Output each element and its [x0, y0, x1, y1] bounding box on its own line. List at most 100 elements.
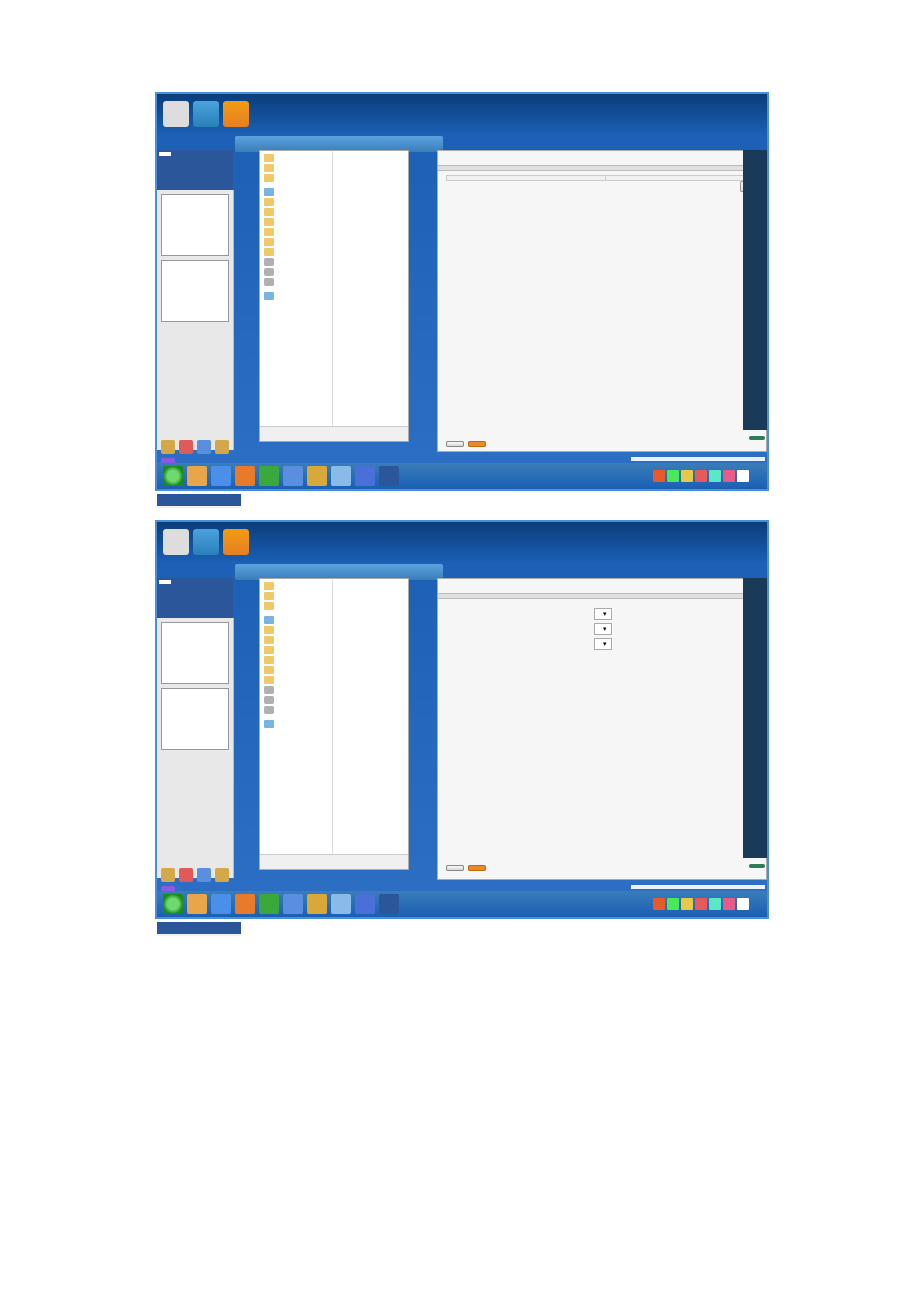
start-button[interactable] [163, 466, 183, 486]
tray-icon[interactable] [709, 898, 721, 910]
next-button[interactable] [468, 441, 486, 447]
tray-icon[interactable] [681, 898, 693, 910]
explorer-tree [260, 151, 333, 441]
word-tab-file[interactable] [159, 152, 171, 156]
tree-pc-item[interactable] [262, 655, 330, 665]
tree-pc-item[interactable] [262, 277, 330, 287]
tree-pc-item[interactable] [262, 645, 330, 655]
chevron-down-icon: ▾ [603, 640, 607, 648]
tree-pc-item[interactable] [262, 237, 330, 247]
tool-icon[interactable] [179, 868, 193, 882]
taskbar-ie-icon[interactable] [211, 894, 231, 914]
word-document-area [157, 618, 234, 878]
taskbar-word-icon[interactable] [379, 466, 399, 486]
installer-title [438, 151, 766, 159]
tray-icon[interactable] [667, 470, 679, 482]
tray-icon[interactable] [653, 898, 665, 910]
taskbar-app-icon[interactable] [307, 894, 327, 914]
dock-icon[interactable] [163, 529, 189, 555]
windows-flags-panel [743, 578, 767, 858]
tree-pc-item[interactable] [262, 217, 330, 227]
taskbar-app-icon[interactable] [235, 894, 255, 914]
firefox-icon[interactable] [223, 529, 249, 555]
word-tab-home[interactable] [172, 580, 184, 584]
tray-icon[interactable] [737, 898, 749, 910]
taskbar-ie-icon[interactable] [211, 466, 231, 486]
tree-pc-item[interactable] [262, 247, 330, 257]
location-path [604, 181, 736, 192]
document-thumbnail [161, 260, 229, 322]
tree-pc-item[interactable] [262, 207, 330, 217]
taskbar-app-icon[interactable] [307, 466, 327, 486]
taskbar-app-icon[interactable] [235, 466, 255, 486]
word-tab-insert[interactable] [185, 580, 197, 584]
word-tab-insert[interactable] [185, 152, 197, 156]
taskbar-app-icon[interactable] [259, 894, 279, 914]
tool-icon[interactable] [197, 440, 211, 454]
tool-icon[interactable] [197, 868, 211, 882]
tool-icon[interactable] [215, 440, 229, 454]
tree-pc-item[interactable] [262, 635, 330, 645]
tree-pc-item[interactable] [262, 197, 330, 207]
tree-pc-item[interactable] [262, 257, 330, 267]
word-ribbon [157, 578, 233, 618]
tree-pc-item[interactable] [262, 695, 330, 705]
tray-icon[interactable] [723, 898, 735, 910]
tree-recent[interactable] [262, 173, 330, 183]
back-button[interactable] [446, 441, 464, 447]
firefox-icon[interactable] [223, 101, 249, 127]
word-tab-file[interactable] [159, 580, 171, 584]
tray-icon[interactable] [695, 470, 707, 482]
back-button[interactable] [446, 865, 464, 871]
start-button[interactable] [163, 894, 183, 914]
taskbar-explorer-icon[interactable] [187, 466, 207, 486]
taskbar-app-icon[interactable] [331, 894, 351, 914]
taskbar-app-icon[interactable] [283, 894, 303, 914]
tree-recent[interactable] [262, 601, 330, 611]
tree-desktop[interactable] [262, 153, 330, 163]
taskbar-word-icon[interactable] [379, 894, 399, 914]
col-medium [447, 176, 606, 180]
drive-select[interactable]: ▾ [594, 638, 612, 650]
tree-pc-item[interactable] [262, 625, 330, 635]
tool-icon[interactable] [215, 868, 229, 882]
tray-icon[interactable] [723, 470, 735, 482]
tree-network[interactable] [262, 719, 330, 729]
tray-icon[interactable] [695, 898, 707, 910]
tray-icon[interactable] [653, 470, 665, 482]
next-button[interactable] [468, 865, 486, 871]
tray-icon[interactable] [737, 470, 749, 482]
tree-downloads[interactable] [262, 163, 330, 173]
tool-icon[interactable] [179, 440, 193, 454]
tree-thispc[interactable] [262, 615, 330, 625]
tool-icon[interactable] [161, 868, 175, 882]
taskbar-explorer-icon[interactable] [187, 894, 207, 914]
tree-pc-item[interactable] [262, 267, 330, 277]
tree-pc-item[interactable] [262, 675, 330, 685]
taskbar-app-icon[interactable] [331, 466, 351, 486]
dock-icon[interactable] [163, 101, 189, 127]
tree-desktop[interactable] [262, 581, 330, 591]
installer-title [438, 579, 766, 587]
tree-pc-item[interactable] [262, 705, 330, 715]
ie-icon[interactable] [193, 529, 219, 555]
tray-icon[interactable] [681, 470, 693, 482]
tray-icon[interactable] [709, 470, 721, 482]
drive-select[interactable]: ▾ [594, 623, 612, 635]
drive-select[interactable]: ▾ [594, 608, 612, 620]
taskbar-app-icon[interactable] [355, 894, 375, 914]
tree-pc-item[interactable] [262, 685, 330, 695]
tool-icon[interactable] [161, 440, 175, 454]
ie-icon[interactable] [193, 101, 219, 127]
taskbar-app-icon[interactable] [259, 466, 279, 486]
tree-thispc[interactable] [262, 187, 330, 197]
word-tab-home[interactable] [172, 152, 184, 156]
chevron-down-icon: ▾ [603, 625, 607, 633]
taskbar-app-icon[interactable] [355, 466, 375, 486]
tree-downloads[interactable] [262, 591, 330, 601]
tray-icon[interactable] [667, 898, 679, 910]
tree-pc-item[interactable] [262, 665, 330, 675]
tree-network[interactable] [262, 291, 330, 301]
tree-pc-item[interactable] [262, 227, 330, 237]
taskbar-app-icon[interactable] [283, 466, 303, 486]
